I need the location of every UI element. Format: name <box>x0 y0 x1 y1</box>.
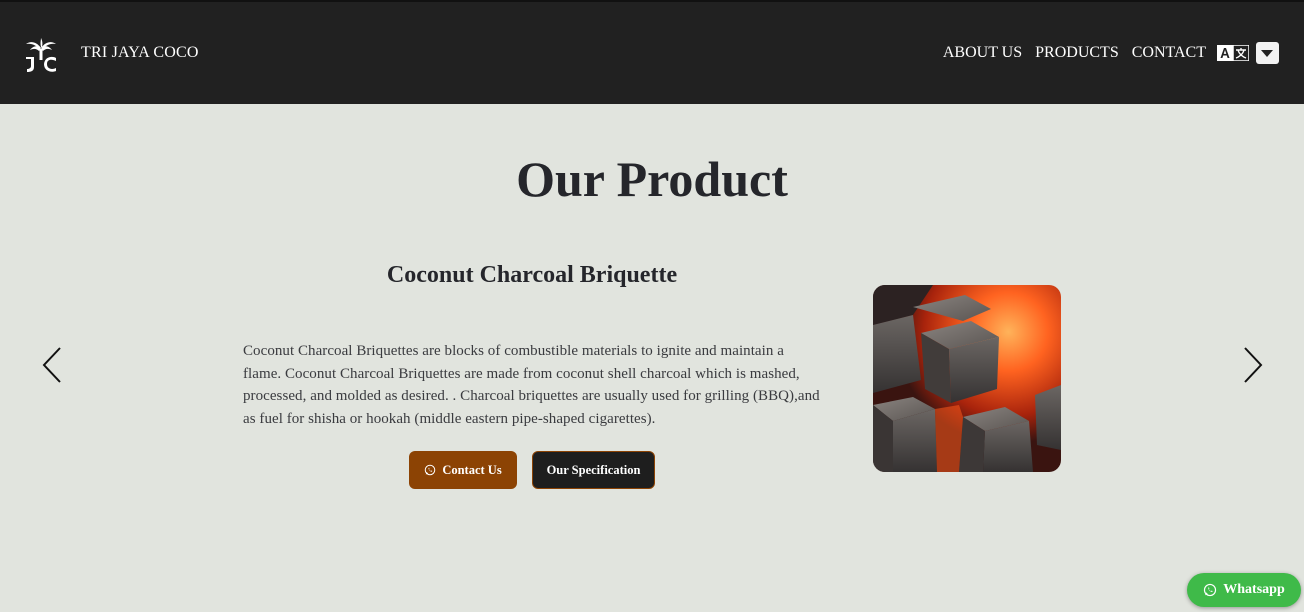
product-description: Coconut Charcoal Briquettes are blocks o… <box>243 343 820 427</box>
nav-link-products[interactable]: PRODUCTS <box>1035 44 1119 62</box>
our-specification-button[interactable]: Our Specification <box>532 451 655 489</box>
whatsapp-icon <box>425 464 436 476</box>
main-nav: ABOUT US PRODUCTS CONTACT <box>943 44 1206 62</box>
whatsapp-icon <box>1204 583 1217 597</box>
navbar: TRI JAYA COCO ABOUT US PRODUCTS CONTACT <box>0 0 1304 104</box>
chevron-right-icon[interactable] <box>1242 346 1264 384</box>
contact-us-button[interactable]: Contact Us <box>409 451 517 489</box>
language-dropdown-button[interactable] <box>1256 42 1279 64</box>
our-specification-label: Our Specification <box>546 462 641 477</box>
whatsapp-float-button[interactable]: Whatsapp <box>1187 573 1301 607</box>
palm-tree-logo-icon[interactable] <box>24 37 58 73</box>
page-title: Our Product <box>516 151 788 207</box>
nav-link-contact[interactable]: CONTACT <box>1132 44 1206 62</box>
charcoal-briquette-image <box>873 285 1061 472</box>
product-title: Coconut Charcoal Briquette <box>386 262 678 288</box>
whatsapp-label: Whatsapp <box>1223 582 1285 597</box>
brand-name[interactable]: TRI JAYA COCO <box>81 44 199 62</box>
nav-link-about-us[interactable]: ABOUT US <box>943 44 1022 62</box>
translate-icon[interactable] <box>1217 45 1249 61</box>
contact-us-label: Contact Us <box>442 462 502 477</box>
chevron-left-icon[interactable] <box>41 346 63 384</box>
